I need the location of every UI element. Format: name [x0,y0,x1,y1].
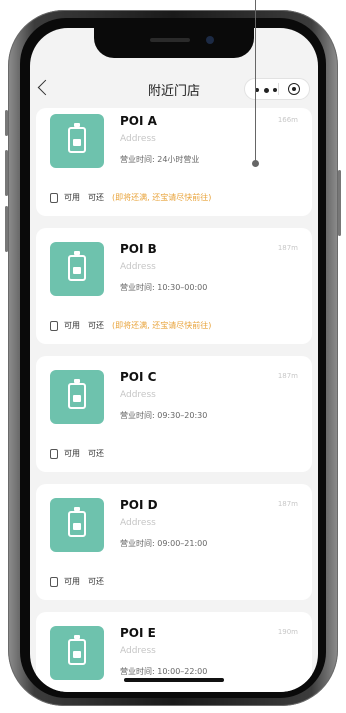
store-address: Address [120,262,156,272]
power-button [338,170,341,236]
notch [94,28,254,58]
store-distance: 187m [277,372,298,380]
store-card[interactable]: POI D Address 营业时间: 09:00–21:00 187m 可用可… [36,484,312,600]
battery-icon [68,379,86,409]
store-tags: 可用 可还 [50,448,112,462]
tag-available: 可用 [64,449,80,458]
store-distance: 190m [277,628,298,636]
store-address: Address [120,390,156,400]
store-thumbnail [50,114,104,168]
store-name: POI E [120,626,156,640]
store-tags: 可用 可还 [50,576,112,590]
store-thumbnail [50,498,104,552]
phone-screen: 附近门店 POI A Address 营业时间: 24小时营业 166m 可用可… [30,28,318,692]
card-icon [50,192,58,203]
tag-available: 可用 [64,321,80,330]
camera [206,36,214,44]
tag-available: 可用 [64,193,80,202]
store-name: POI D [120,498,158,512]
battery-icon [68,507,86,537]
tag-returnable: 可还 [88,321,104,330]
store-thumbnail [50,626,104,680]
speaker [150,38,190,42]
capsule-divider [278,83,279,95]
store-tags: 可用 可还 (即将还满, 还宝请尽快前往) [50,320,211,334]
volume-up-button [5,150,8,196]
mute-button [5,110,8,136]
tag-returnable: 可还 [88,193,104,202]
store-hours: 营业时间: 10:30–00:00 [120,283,208,292]
card-icon [50,320,58,331]
store-hours: 营业时间: 09:00–21:00 [120,539,208,548]
warning-text: (即将还满, 还宝请尽快前往) [112,321,212,330]
store-hours: 营业时间: 09:30–20:30 [120,411,208,420]
store-name: POI B [120,242,157,256]
nav-bar: 附近门店 [30,72,318,106]
battery-icon [68,123,86,153]
more-icon[interactable] [255,87,277,93]
store-distance: 187m [277,500,298,508]
tag-available: 可用 [64,577,80,586]
store-name: POI A [120,114,157,128]
battery-icon [68,635,86,665]
annotation-pointer-dot [252,160,259,167]
store-distance: 187m [277,244,298,252]
store-thumbnail [50,370,104,424]
store-card[interactable]: POI B Address 营业时间: 10:30–00:00 187m 可用可… [36,228,312,344]
card-icon [50,576,58,587]
store-hours: 营业时间: 10:00–22:00 [120,667,208,676]
tag-returnable: 可还 [88,577,104,586]
store-hours: 营业时间: 24小时营业 [120,155,200,164]
store-name: POI C [120,370,157,384]
store-distance: 166m [277,116,298,124]
store-address: Address [120,518,156,528]
volume-down-button [5,206,8,252]
store-address: Address [120,646,156,656]
miniprogram-capsule [244,78,310,100]
target-icon[interactable] [288,83,300,95]
tag-returnable: 可还 [88,449,104,458]
store-card[interactable]: POI C Address 营业时间: 09:30–20:30 187m 可用可… [36,356,312,472]
store-address: Address [120,134,156,144]
card-icon [50,448,58,459]
store-thumbnail [50,242,104,296]
store-card[interactable]: POI A Address 营业时间: 24小时营业 166m 可用 可还 (即将还… [36,108,312,216]
annotation-pointer [255,0,256,161]
home-indicator [124,678,224,682]
store-tags: 可用 可还 (即将还满, 还宝请尽快前往) [50,192,211,206]
warning-text: (即将还满, 还宝请尽快前往) [112,193,212,202]
battery-icon [68,251,86,281]
